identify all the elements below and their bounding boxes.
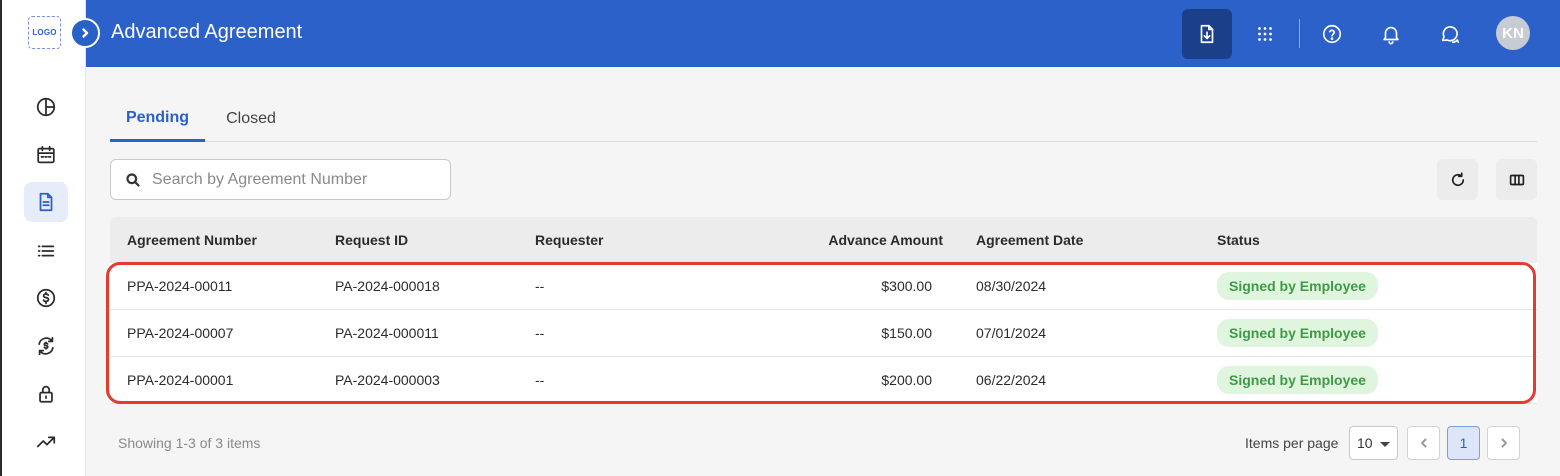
sidebar-toggle-button[interactable] — [70, 18, 100, 48]
items-count-text: Showing 1-3 of 3 items — [118, 435, 261, 451]
search-box — [110, 159, 451, 200]
logo: LOGO — [28, 16, 61, 49]
trending-up-icon — [36, 436, 56, 448]
items-per-page-label: Items per page — [1245, 435, 1339, 451]
request-id: PA-2024-000018 — [335, 278, 440, 294]
agreement-number: PPA-2024-00011 — [127, 278, 233, 294]
sidebar-item-security[interactable] — [24, 374, 68, 414]
items-per-page-value: 10 — [1357, 435, 1373, 451]
agreement-number: PPA-2024-00001 — [127, 372, 234, 388]
column-header[interactable]: Agreement Number — [127, 217, 257, 263]
search-input[interactable] — [152, 170, 432, 189]
download-document-icon — [1200, 24, 1214, 44]
sidebar-item-reports[interactable] — [24, 421, 68, 461]
items-per-page-select[interactable]: 10 — [1349, 426, 1398, 460]
pie-chart-icon — [36, 97, 56, 117]
header-divider — [1299, 19, 1300, 48]
table-header: Agreement Number Request ID Requester Ad… — [110, 217, 1537, 263]
status-badge: Signed by Employee — [1217, 366, 1378, 394]
requester: -- — [535, 278, 545, 294]
table-row[interactable]: PPA-2024-00001 PA-2024-000003 -- $200.00… — [110, 357, 1537, 404]
page-title: Advanced Agreement — [111, 21, 303, 43]
request-id: PA-2024-000003 — [335, 372, 440, 388]
column-header[interactable]: Agreement Date — [976, 217, 1083, 263]
advance-amount: $150.00 — [881, 325, 932, 341]
requester: -- — [535, 372, 545, 388]
agreement-number: PPA-2024-00007 — [127, 325, 234, 341]
column-header[interactable]: Status — [1217, 217, 1260, 263]
column-header[interactable]: Requester — [535, 217, 603, 263]
agreements-table: Agreement Number Request ID Requester Ad… — [110, 217, 1537, 404]
columns-button[interactable] — [1496, 159, 1537, 200]
status-badge: Signed by Employee — [1217, 272, 1378, 300]
user-avatar[interactable]: KN — [1496, 16, 1530, 50]
sidebar-item-reimbursements[interactable] — [24, 326, 68, 366]
document-icon — [39, 192, 53, 212]
apps-grid-icon — [1258, 27, 1272, 41]
sidebar-item-list[interactable] — [24, 231, 68, 271]
search-icon — [126, 172, 140, 187]
sidebar-item-agreements[interactable] — [24, 182, 68, 222]
calendar-icon — [37, 145, 55, 164]
chat-button[interactable] — [1425, 9, 1475, 59]
tab-pending[interactable]: Pending — [110, 96, 205, 142]
dollar-icon — [36, 288, 56, 308]
bell-icon — [1383, 26, 1399, 45]
chevron-right-icon — [1501, 438, 1507, 448]
download-button[interactable] — [1182, 9, 1232, 59]
caret-down-icon — [1380, 442, 1390, 447]
refresh-button[interactable] — [1437, 159, 1478, 200]
chat-icon — [1441, 26, 1460, 44]
agreement-date: 06/22/2024 — [976, 372, 1047, 388]
status-badge: Signed by Employee — [1217, 319, 1378, 347]
chevron-left-icon — [1420, 438, 1426, 448]
advance-amount: $300.00 — [881, 278, 932, 294]
lock-icon — [39, 385, 53, 403]
column-header[interactable]: Advance Amount — [755, 217, 943, 263]
next-page-button[interactable] — [1487, 426, 1520, 460]
chevron-right-icon — [82, 28, 89, 38]
tab-bar: Pending Closed — [110, 96, 1537, 142]
sidebar-item-dashboard[interactable] — [24, 87, 68, 127]
apps-button[interactable] — [1240, 9, 1290, 59]
requester: -- — [535, 325, 545, 341]
prev-page-button[interactable] — [1407, 426, 1440, 460]
top-header: Advanced Agreement KN — [86, 0, 1560, 67]
list-icon — [37, 245, 55, 257]
sidebar-item-calendar[interactable] — [24, 135, 68, 175]
notifications-button[interactable] — [1366, 9, 1416, 59]
table-row[interactable]: PPA-2024-00007 PA-2024-000011 -- $150.00… — [110, 310, 1537, 357]
column-header[interactable]: Request ID — [335, 217, 408, 263]
page-button-current[interactable]: 1 — [1447, 426, 1480, 460]
agreement-date: 07/01/2024 — [976, 325, 1047, 341]
help-icon — [1322, 24, 1342, 44]
refresh-icon — [1451, 171, 1464, 186]
help-button[interactable] — [1307, 9, 1357, 59]
columns-icon — [1509, 174, 1524, 185]
tab-closed[interactable]: Closed — [211, 96, 291, 142]
table-row[interactable]: PPA-2024-00011 PA-2024-000018 -- $300.00… — [110, 263, 1537, 310]
request-id: PA-2024-000011 — [335, 325, 439, 341]
advance-amount: $200.00 — [881, 372, 932, 388]
sidebar-item-payments[interactable] — [24, 278, 68, 318]
agreement-date: 08/30/2024 — [976, 278, 1047, 294]
sidebar: LOGO — [0, 0, 86, 476]
sync-dollar-icon — [38, 336, 54, 356]
